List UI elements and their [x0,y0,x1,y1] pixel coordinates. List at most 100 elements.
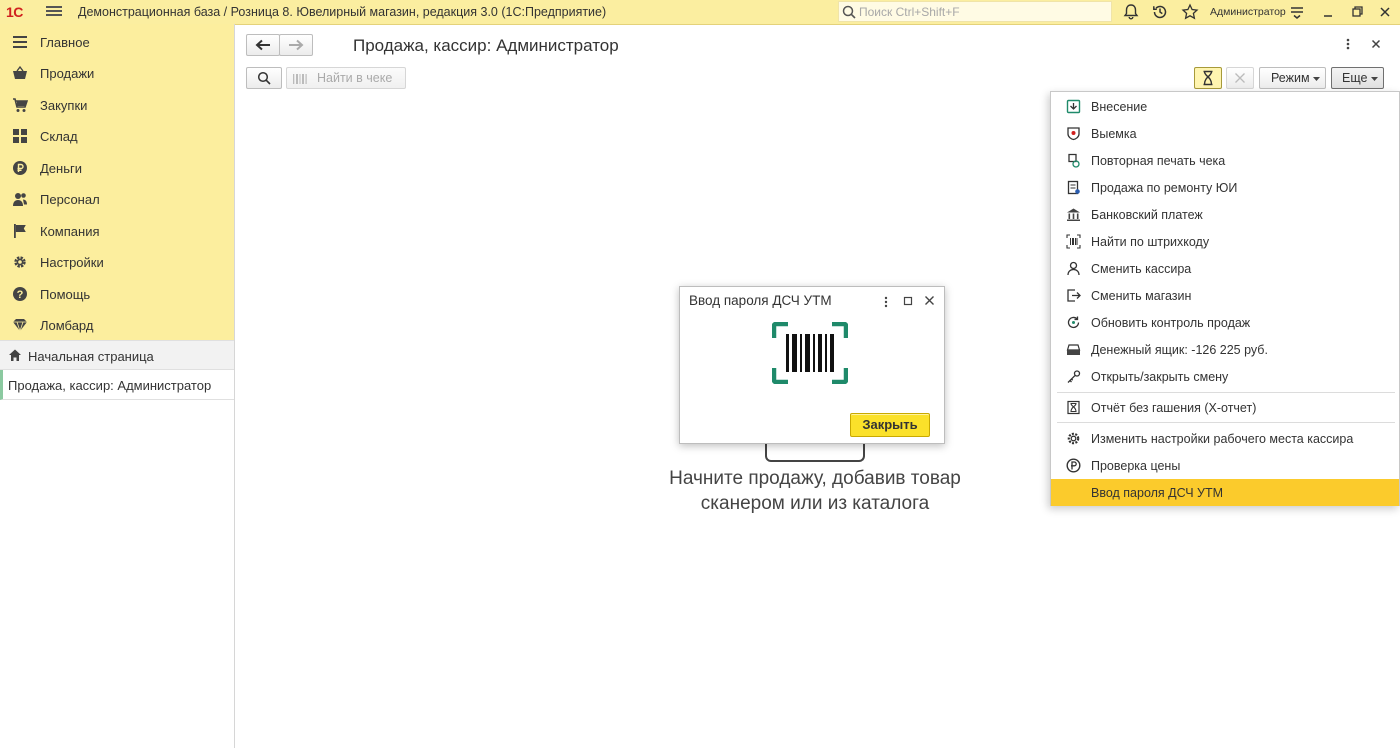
help-icon: ? [13,287,27,301]
receipt-reprint-icon [1068,153,1080,168]
user-name[interactable]: Администратор [1210,6,1286,18]
mode-dropdown-button[interactable]: Режим [1259,67,1326,89]
sidebar-item-label: Персонал [40,192,100,207]
deposit-icon [1066,99,1081,114]
menu-item-label: Найти по штрихкоду [1091,235,1210,249]
sidebar-item-pawnshop[interactable]: Ломбард [0,309,234,340]
basket-icon [13,65,27,79]
hourglass-button[interactable] [1194,67,1222,89]
main-menu-icon[interactable] [46,4,62,20]
bell-icon[interactable] [1122,3,1140,21]
sidebar-item-label: Склад [40,129,78,144]
find-in-check-button[interactable]: Найти в чеке [286,67,406,89]
menu-item-reprint[interactable]: Повторная печать чека [1051,147,1399,174]
menu-item-label: Сменить магазин [1091,289,1192,303]
withdrawal-icon [1067,127,1080,141]
cart-icon [13,98,28,112]
menu-item-change-store[interactable]: Сменить магазин [1051,282,1399,309]
home-page-link[interactable]: Начальная страница [0,340,234,370]
warehouse-grid-icon [13,129,27,143]
menu-item-x-report[interactable]: Отчёт без гашения (X-отчет) [1051,394,1399,421]
menu-item-find-by-barcode[interactable]: Найти по штрихкоду [1051,228,1399,255]
chevron-down-icon [1313,77,1320,81]
menu-item-repair-sale[interactable]: Продажа по ремонту ЮИ [1051,174,1399,201]
forward-button[interactable] [279,34,313,56]
back-button[interactable] [246,34,280,56]
app-logo[interactable]: 1С [6,4,23,20]
menu-item-cashier-workplace-settings[interactable]: Изменить настройки рабочего места кассир… [1051,425,1399,452]
cancel-button[interactable] [1226,67,1254,89]
sidebar-item-warehouse[interactable]: Склад [0,120,234,151]
sidebar-item-label: Продажи [40,66,95,81]
sidebar-item-label: Компания [40,224,100,239]
menu-item-refresh-sales-control[interactable]: Обновить контроль продаж [1051,309,1399,336]
sidebar-item-main[interactable]: Главное [0,26,234,57]
sidebar-item-personnel[interactable]: Персонал [0,183,234,214]
sidebar-item-help[interactable]: ? Помощь [0,278,234,309]
password-dialog: Ввод пароля ДСЧ УТМ Закрыть [679,286,945,444]
exit-arrow-icon [1067,289,1081,302]
menu-item-label: Изменить настройки рабочего места кассир… [1091,432,1354,446]
star-icon[interactable] [1181,3,1199,21]
menu-item-cash-drawer[interactable]: Денежный ящик: -126 225 руб. [1051,336,1399,363]
history-icon[interactable] [1151,3,1169,21]
empty-state-hint: Начните продажу, добавив товар сканером … [669,468,961,514]
top-bar: 1С Демонстрационная база / Розница 8. Юв… [0,0,1400,25]
sidebar-item-label: Настройки [40,255,104,270]
sidebar-item-money[interactable]: Деньги [0,152,234,183]
menu-item-open-close-shift[interactable]: Открыть/закрыть смену [1051,363,1399,390]
menu-item-label: Выемка [1091,127,1137,141]
menu-item-dsch-utm-password[interactable]: Ввод пароля ДСЧ УТМ [1051,479,1399,506]
more-actions-menu: Внесение Выемка Повторная печать чека Пр… [1050,91,1400,506]
menu-item-label: Банковский платеж [1091,208,1203,222]
sidebar-item-purchases[interactable]: Закупки [0,89,234,120]
gear-icon [14,256,26,268]
menu-item-label: Внесение [1091,100,1148,114]
section-panel: Главное Продажи Закупки Склад Деньги Пер… [0,24,234,340]
menu-lines-icon [13,36,27,48]
more-actions-icon[interactable] [1342,37,1354,51]
cash-drawer-icon [1066,344,1081,355]
app-title: Демонстрационная база / Розница 8. Ювели… [78,5,607,19]
flag-icon [14,224,26,238]
open-window-tab[interactable]: Продажа, кассир: Администратор [0,370,234,400]
menu-item-bank-payment[interactable]: Банковский платеж [1051,201,1399,228]
dialog-more-icon[interactable] [882,295,890,309]
bank-icon [1067,208,1080,221]
settings-menu-icon[interactable] [1288,3,1306,21]
more-dropdown-button[interactable]: Еще [1331,67,1384,89]
barcode-icon [293,74,307,84]
page-title: Продажа, кассир: Администратор [353,36,619,55]
dialog-close-icon[interactable] [924,295,935,306]
close-icon[interactable] [1376,3,1394,21]
menu-item-label: Проверка цены [1091,459,1181,473]
menu-item-label: Денежный ящик: -126 225 руб. [1091,343,1268,357]
menu-item-label: Сменить кассира [1091,262,1192,276]
dialog-title: Ввод пароля ДСЧ УТМ [689,293,832,308]
sidebar-item-sales[interactable]: Продажи [0,57,234,88]
hourglass-icon [1203,70,1213,86]
search-button[interactable] [246,67,282,89]
search-placeholder: Поиск Ctrl+Shift+F [859,5,960,19]
menu-separator [1057,392,1395,393]
menu-item-price-check[interactable]: Проверка цены [1051,452,1399,479]
home-page-label: Начальная страница [28,349,154,364]
dialog-close-button[interactable]: Закрыть [850,413,930,437]
close-form-icon[interactable] [1370,38,1382,50]
find-in-check-label: Найти в чеке [317,71,393,85]
repair-sale-icon [1067,180,1080,195]
restore-icon[interactable] [1348,3,1366,21]
menu-item-withdrawal[interactable]: Выемка [1051,120,1399,147]
dialog-maximize-icon[interactable] [903,296,913,306]
barcode-scan-icon [772,322,848,384]
sidebar-item-company[interactable]: Компания [0,215,234,246]
barcode-icon [1066,234,1081,249]
arrow-left-icon [255,39,270,51]
person-icon [1067,261,1080,276]
chevron-down-icon [1371,77,1378,81]
menu-item-change-cashier[interactable]: Сменить кассира [1051,255,1399,282]
sidebar-item-settings[interactable]: Настройки [0,246,234,277]
menu-item-deposit[interactable]: Внесение [1051,93,1399,120]
search-input[interactable]: Поиск Ctrl+Shift+F [838,1,1112,22]
minimize-icon[interactable] [1319,3,1337,21]
